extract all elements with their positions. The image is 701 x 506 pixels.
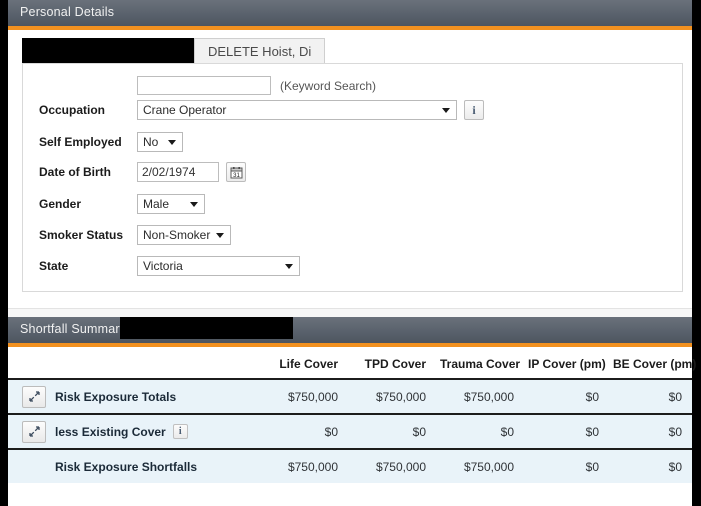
calendar-icon: 31 — [230, 166, 242, 179]
gender-dropdown[interactable]: Male — [137, 194, 205, 214]
date-of-birth-label: Date of Birth — [39, 165, 111, 179]
gender-label: Gender — [39, 197, 82, 211]
info-icon: i — [178, 425, 182, 437]
tab-delete-client[interactable]: DELETE Hoist, Di — [194, 38, 326, 64]
occupation-dropdown-value: Crane Operator — [143, 103, 227, 117]
expand-row-button[interactable] — [22, 385, 46, 408]
cell-life-cover: $750,000 — [258, 378, 348, 414]
occupation-label-text: Occupation — [39, 103, 106, 117]
existing-cover-info-button[interactable]: i — [172, 424, 188, 439]
column-header-be-cover: BE Cover (pm) — [609, 347, 696, 379]
personal-details-body: DELETE Hoist, Di (Keyword Search) Occupa… — [8, 30, 692, 308]
field-gender: Gender Male — [39, 194, 205, 214]
field-smoker-status: Smoker Status Non-Smoker — [39, 225, 231, 245]
chevron-down-icon — [442, 108, 450, 113]
occupation-dropdown[interactable]: Crane Operator — [137, 100, 457, 120]
cell-be-cover: $0 — [609, 448, 692, 483]
chevron-down-icon — [216, 233, 224, 238]
redaction-block-header — [120, 317, 293, 339]
panel-gap-divider — [8, 308, 692, 317]
cell-ip-cover: $0 — [524, 413, 609, 449]
row-label-cell: Risk Exposure Shortfalls — [8, 448, 258, 483]
cell-tpd-cover: $750,000 — [348, 378, 436, 414]
cell-be-cover: $0 — [609, 413, 692, 449]
chevron-down-icon — [190, 202, 198, 207]
application-frame: Personal Details DELETE Hoist, Di (Keywo… — [0, 0, 701, 506]
self-employed-label: Self Employed — [39, 135, 122, 149]
table-row: less Existing Cover i $0 $0 $0 $0 $0 — [8, 413, 692, 449]
cell-trauma-cover: $750,000 — [436, 448, 524, 483]
gender-value: Male — [143, 197, 170, 211]
column-header-ip-cover: IP Cover (pm) — [524, 347, 609, 379]
smoker-status-value: Non-Smoker — [143, 228, 211, 242]
row-label-text: less Existing Cover — [55, 424, 166, 439]
cell-life-cover: $750,000 — [258, 448, 348, 483]
occupation-label — [39, 79, 137, 93]
shortfall-summary-header: Shortfall Summary — [8, 317, 692, 347]
shortfall-summary-title: Shortfall Summary — [20, 322, 127, 336]
shortfall-summary-body: Life Cover TPD Cover Trauma Cover IP Cov… — [8, 347, 696, 484]
tab-redacted[interactable] — [22, 38, 194, 64]
state-dropdown[interactable]: Victoria — [137, 256, 300, 276]
expand-arrows-icon — [28, 426, 40, 437]
row-label-text: Risk Exposure Totals — [55, 389, 177, 404]
column-header-tpd-cover: TPD Cover — [348, 347, 436, 379]
state-value: Victoria — [143, 259, 183, 273]
occupation-info-button[interactable]: i — [464, 100, 484, 120]
smoker-status-dropdown[interactable]: Non-Smoker — [137, 225, 231, 245]
field-self-employed: Self Employed No — [39, 132, 183, 152]
expand-row-button[interactable] — [22, 420, 46, 443]
expand-arrows-icon — [28, 391, 40, 402]
calendar-picker-button[interactable]: 31 — [226, 162, 246, 182]
cell-trauma-cover: $0 — [436, 413, 524, 449]
cell-be-cover: $0 — [609, 378, 692, 414]
field-state: State Victoria — [39, 256, 300, 276]
cell-ip-cover: $0 — [524, 378, 609, 414]
keyword-search-hint: (Keyword Search) — [280, 78, 377, 93]
shortfall-summary-table: Life Cover TPD Cover Trauma Cover IP Cov… — [8, 347, 696, 483]
state-label: State — [39, 259, 69, 273]
table-row: Risk Exposure Totals $750,000 $750,000 $… — [8, 378, 692, 414]
svg-text:31: 31 — [233, 173, 240, 179]
chevron-down-icon — [285, 264, 293, 269]
column-header-blank — [8, 347, 258, 379]
occupation-keyword-input[interactable] — [137, 76, 271, 95]
row-label-cell: less Existing Cover i — [8, 413, 258, 449]
tabstrip: DELETE Hoist, Di — [22, 36, 326, 64]
table-row: Risk Exposure Shortfalls $750,000 $750,0… — [8, 448, 692, 483]
cell-life-cover: $0 — [258, 413, 348, 449]
chevron-down-icon — [168, 140, 176, 145]
column-header-life-cover: Life Cover — [258, 347, 348, 379]
info-icon: i — [472, 103, 476, 117]
date-of-birth-input[interactable] — [137, 162, 219, 182]
personal-details-header: Personal Details — [8, 0, 692, 30]
smoker-status-label: Smoker Status — [39, 228, 124, 242]
self-employed-dropdown[interactable]: No — [137, 132, 183, 152]
cell-tpd-cover: $0 — [348, 413, 436, 449]
row-label-cell: Risk Exposure Totals — [8, 378, 258, 414]
personal-details-form: (Keyword Search) Occupation Crane Operat… — [22, 63, 683, 292]
table-header-row: Life Cover TPD Cover Trauma Cover IP Cov… — [8, 347, 696, 379]
personal-details-title: Personal Details — [20, 5, 115, 19]
column-header-trauma-cover: Trauma Cover — [436, 347, 524, 379]
self-employed-value: No — [143, 135, 159, 149]
cell-trauma-cover: $750,000 — [436, 378, 524, 414]
row-label-text: Risk Exposure Shortfalls — [55, 459, 198, 474]
cell-tpd-cover: $750,000 — [348, 448, 436, 483]
field-occupation-search: (Keyword Search) — [39, 76, 376, 95]
cell-ip-cover: $0 — [524, 448, 609, 483]
field-occupation-select: Occupation Crane Operator i — [39, 100, 484, 120]
field-date-of-birth: Date of Birth 31 — [39, 162, 246, 182]
